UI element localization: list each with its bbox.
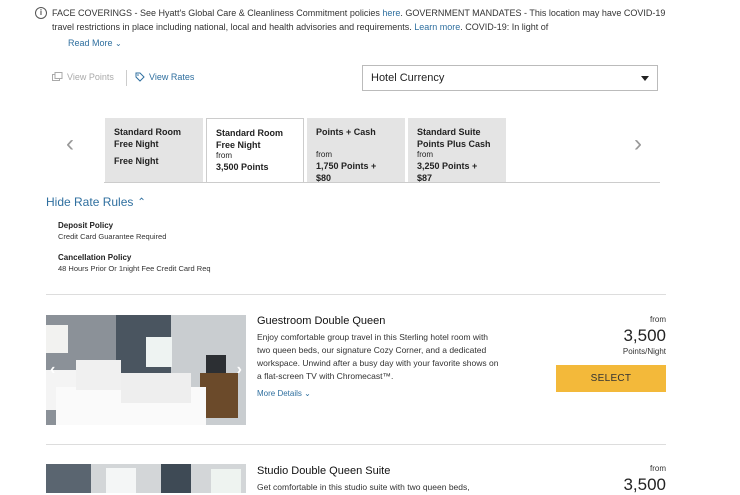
image-next-arrow[interactable]: › <box>237 361 242 379</box>
info-icon: i <box>35 7 47 19</box>
view-rates-label: View Rates <box>149 72 195 82</box>
notice-text: FACE COVERINGS - See Hyatt's Global Care… <box>52 8 383 18</box>
tabs-prev-arrow[interactable]: ‹ <box>66 130 74 158</box>
deposit-policy-value: Credit Card Guarantee Required <box>58 232 167 241</box>
cancellation-policy-title: Cancellation Policy <box>58 253 132 262</box>
tab-title: Points + Cash <box>316 127 376 137</box>
view-points-label: View Points <box>67 72 114 82</box>
room-image-guestroom-double-queen[interactable]: ‹ › <box>46 315 246 425</box>
price-from-label: from <box>650 464 666 473</box>
room-price: 3,500 <box>623 475 666 494</box>
price-from-label: from <box>650 315 666 324</box>
room-description: Get comfortable in this studio suite wit… <box>257 482 470 492</box>
covid-notice: i FACE COVERINGS - See Hyatt's Global Ca… <box>35 6 672 34</box>
read-more-label: Read More <box>68 38 113 48</box>
tab-value: 3,500 Points <box>216 162 269 172</box>
tab-subtitle: Points Plus Cash <box>417 139 491 149</box>
caret-down-icon <box>641 75 649 81</box>
chevron-down-icon: ⌄ <box>115 39 122 48</box>
rate-tab-points-cash[interactable]: Points + Cash from 1,750 Points + $80 <box>307 118 405 183</box>
tabs-next-arrow[interactable]: › <box>634 130 642 158</box>
tab-title: Standard Suite <box>417 127 481 137</box>
deposit-policy-title: Deposit Policy <box>58 221 114 230</box>
tab-from: from <box>316 150 332 159</box>
chevron-up-icon: ⌃ <box>137 196 146 208</box>
toggle-divider <box>126 70 127 86</box>
room-photo <box>46 315 246 425</box>
tab-subtitle: Free Night <box>216 140 261 150</box>
points-icon <box>52 72 63 81</box>
rate-tab-standard-free-night[interactable]: Standard Room Free Night Free Night <box>105 118 203 182</box>
tab-title: Standard Room <box>216 128 284 138</box>
global-care-link[interactable]: here <box>382 8 400 18</box>
room-image-studio-double-queen-suite[interactable] <box>46 464 246 493</box>
section-divider <box>46 444 666 445</box>
room-title[interactable]: Studio Double Queen Suite <box>257 465 390 477</box>
tabs-baseline <box>104 182 660 183</box>
room-description: Enjoy comfortable group travel in this S… <box>257 332 499 381</box>
view-points-toggle[interactable]: View Points <box>52 72 114 82</box>
room-photo <box>46 464 246 493</box>
rate-tab-suite-points-cash[interactable]: Standard Suite Points Plus Cash from 3,2… <box>408 118 506 183</box>
tab-from: from <box>216 151 232 160</box>
learn-more-link[interactable]: Learn more <box>414 22 460 32</box>
section-divider <box>46 294 666 295</box>
hide-rate-rules-toggle[interactable]: Hide Rate Rules ⌃ <box>46 195 146 209</box>
room-title[interactable]: Guestroom Double Queen <box>257 315 385 327</box>
tab-subtitle: Free Night <box>114 139 159 149</box>
rate-tab-standard-free-night-points[interactable]: Standard Room Free Night from 3,500 Poin… <box>206 118 304 183</box>
tab-value: 1,750 Points + <box>316 161 377 171</box>
read-more-link[interactable]: Read More ⌄ <box>68 38 122 48</box>
currency-selected-value: Hotel Currency <box>371 72 445 84</box>
chevron-down-icon: ⌄ <box>304 389 311 398</box>
view-rates-toggle[interactable]: View Rates <box>135 72 194 82</box>
notice-text-3: . COVID-19: In light of <box>460 22 549 32</box>
price-unit: Points/Night <box>622 347 666 356</box>
tag-icon <box>135 72 145 82</box>
more-details-link[interactable]: More Details ⌄ <box>257 389 311 398</box>
more-details-label: More Details <box>257 389 302 398</box>
tab-value: Free Night <box>114 156 159 166</box>
image-prev-arrow[interactable]: ‹ <box>50 361 55 379</box>
hide-rate-rules-label: Hide Rate Rules <box>46 195 134 209</box>
room-price: 3,500 <box>623 326 666 345</box>
currency-select[interactable]: Hotel Currency <box>362 65 658 91</box>
tab-value: 3,250 Points + <box>417 161 478 171</box>
cancellation-policy-value: 48 Hours Prior Or 1night Fee Credit Card… <box>58 264 211 273</box>
tab-from: from <box>417 150 433 159</box>
tab-title: Standard Room <box>114 127 182 137</box>
select-room-button[interactable]: SELECT <box>556 365 666 392</box>
